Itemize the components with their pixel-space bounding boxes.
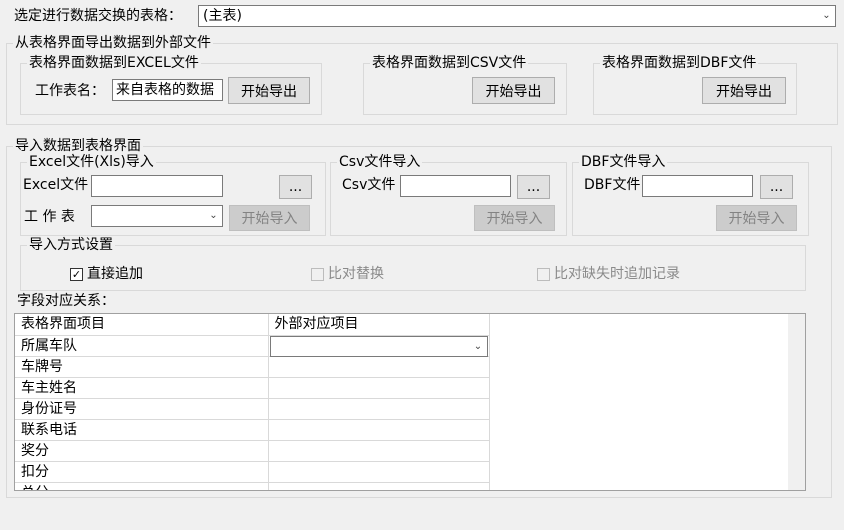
table-select-label: 选定进行数据交换的表格： xyxy=(14,8,182,24)
row-field-name: 扣分 xyxy=(15,461,269,483)
table-select-value: (主表) xyxy=(203,8,242,24)
mapping-table: 表格界面项目 外部对应项目 所属车队 ⌄ 车牌号 车主姓名 身份证号 联系电话 xyxy=(15,314,490,490)
append-option-label: 直接追加 xyxy=(87,266,143,282)
compare-append-missing-option[interactable]: 比对缺失时追加记录 xyxy=(537,265,680,283)
table-row[interactable]: 联系电话 xyxy=(15,419,490,441)
import-excel-title: Excel文件(Xls)导入 xyxy=(27,153,156,171)
excel-file-label: Excel文件 xyxy=(23,177,89,193)
table-row[interactable]: 车牌号 xyxy=(15,356,490,378)
append-option[interactable]: ✓ 直接追加 xyxy=(70,265,143,283)
excel-sheet-select[interactable]: ⌄ xyxy=(91,205,223,227)
table-row[interactable]: 奖分 xyxy=(15,440,490,462)
row-external-cell[interactable] xyxy=(268,440,490,462)
row-field-name: 身份证号 xyxy=(15,398,269,420)
row-field-name: 奖分 xyxy=(15,440,269,462)
export-group-title: 从表格界面导出数据到外部文件 xyxy=(13,34,213,52)
row-field-name: 车牌号 xyxy=(15,356,269,378)
compare-replace-option[interactable]: 比对替换 xyxy=(311,265,384,283)
import-csv-title: Csv文件导入 xyxy=(337,153,423,171)
row-external-cell[interactable] xyxy=(268,377,490,399)
export-dbf-button[interactable]: 开始导出 xyxy=(702,77,786,104)
row-external-cell[interactable] xyxy=(268,461,490,483)
external-field-select[interactable]: ⌄ xyxy=(269,335,488,357)
row-field-name: 联系电话 xyxy=(15,419,269,441)
row-field-name: 车主姓名 xyxy=(15,377,269,399)
export-csv-title: 表格界面数据到CSV文件 xyxy=(370,54,529,72)
import-excel-button[interactable]: 开始导入 xyxy=(229,205,310,231)
table-row[interactable]: 所属车队 ⌄ xyxy=(15,335,490,357)
csv-file-label: Csv文件 xyxy=(342,177,396,193)
row-external-cell[interactable]: ⌄ xyxy=(268,335,490,357)
row-field-name: 总分 xyxy=(15,482,269,490)
compare-replace-label: 比对替换 xyxy=(328,266,384,282)
export-excel-button[interactable]: 开始导出 xyxy=(228,77,310,104)
import-dbf-title: DBF文件导入 xyxy=(579,153,668,171)
checkmark-icon[interactable]: ✓ xyxy=(70,267,83,281)
table-row[interactable]: 身份证号 xyxy=(15,398,490,420)
row-external-cell[interactable] xyxy=(268,398,490,420)
row-field-name: 所属车队 xyxy=(15,335,269,357)
dbf-browse-button[interactable]: ... xyxy=(760,175,793,199)
row-external-cell[interactable] xyxy=(268,356,490,378)
dbf-file-input[interactable] xyxy=(642,175,753,197)
csv-browse-button[interactable]: ... xyxy=(517,175,550,199)
table-select[interactable]: (主表) ⌄ xyxy=(198,5,836,27)
chevron-down-icon[interactable]: ⌄ xyxy=(205,206,222,226)
import-csv-button[interactable]: 开始导入 xyxy=(474,205,555,231)
vertical-scrollbar[interactable] xyxy=(788,314,805,490)
chevron-down-icon[interactable]: ⌄ xyxy=(470,337,487,356)
row-external-cell[interactable] xyxy=(268,482,490,490)
header-table-item: 表格界面项目 xyxy=(15,314,269,336)
sheet-name-label: 工作表名： xyxy=(35,83,105,99)
checkbox-icon[interactable] xyxy=(311,267,324,281)
chevron-down-icon[interactable]: ⌄ xyxy=(818,6,835,26)
checkbox-icon[interactable] xyxy=(537,267,550,281)
sheet-name-input[interactable]: 来自表格的数据 xyxy=(112,79,223,101)
export-excel-title: 表格界面数据到EXCEL文件 xyxy=(27,54,201,72)
mapping-header-row: 表格界面项目 外部对应项目 xyxy=(15,314,490,336)
scrollbar-thumb[interactable] xyxy=(790,314,803,474)
export-csv-button[interactable]: 开始导出 xyxy=(472,77,555,104)
csv-file-input[interactable] xyxy=(400,175,511,197)
excel-browse-button[interactable]: ... xyxy=(279,175,312,199)
row-external-cell[interactable] xyxy=(268,419,490,441)
header-external-item: 外部对应项目 xyxy=(268,314,490,336)
compare-append-missing-label: 比对缺失时追加记录 xyxy=(554,266,680,282)
import-dbf-button[interactable]: 开始导入 xyxy=(716,205,797,231)
table-row[interactable]: 车主姓名 xyxy=(15,377,490,399)
dbf-file-label: DBF文件 xyxy=(584,177,641,193)
export-dbf-title: 表格界面数据到DBF文件 xyxy=(600,54,759,72)
table-row[interactable]: 扣分 xyxy=(15,461,490,483)
mapping-grid[interactable]: 表格界面项目 外部对应项目 所属车队 ⌄ 车牌号 车主姓名 身份证号 联系电话 xyxy=(14,313,806,491)
mapping-title: 字段对应关系： xyxy=(17,293,115,309)
table-row[interactable]: 总分 xyxy=(15,482,490,490)
excel-file-input[interactable] xyxy=(91,175,223,197)
import-mode-title: 导入方式设置 xyxy=(27,236,115,254)
excel-sheet-label: 工 作 表 xyxy=(24,209,75,225)
